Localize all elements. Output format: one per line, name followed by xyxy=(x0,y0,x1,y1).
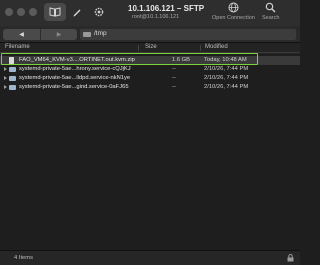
search-icon xyxy=(265,2,276,14)
path-field[interactable]: /tmp xyxy=(80,29,296,40)
column-divider[interactable] xyxy=(138,45,139,51)
folder-icon xyxy=(83,32,91,37)
folder-row[interactable]: systemd-private-5ae...gind.service-0aFJ6… xyxy=(0,83,300,92)
file-modified: 2/10/26, 7:44 PM xyxy=(204,75,249,81)
forward-button[interactable]: ▶ xyxy=(40,29,77,40)
file-size: -- xyxy=(172,66,176,72)
back-button[interactable]: ◀ xyxy=(3,29,40,40)
folder-row[interactable]: systemd-private-5ae...lldpd.service-nkN1… xyxy=(0,74,300,83)
status-bar: 4 Items xyxy=(0,250,300,265)
navigation-group: ◀ ▶ xyxy=(3,29,77,40)
file-name: systemd-private-5ae...gind.service-0aFJ6… xyxy=(19,84,129,90)
highlight-box xyxy=(1,53,258,65)
file-modified: 2/10/26, 7:44 PM xyxy=(204,84,249,90)
open-connection-button[interactable]: Open Connection xyxy=(212,2,255,21)
column-size[interactable]: Size xyxy=(145,44,157,50)
action-button[interactable] xyxy=(88,3,110,21)
view-button[interactable] xyxy=(44,3,66,21)
search-label: Search xyxy=(262,15,280,21)
column-modified[interactable]: Modified xyxy=(205,44,228,50)
disclosure-triangle-icon[interactable] xyxy=(4,85,7,89)
disclosure-triangle-icon[interactable] xyxy=(4,67,7,71)
path-bar: ◀ ▶ /tmp xyxy=(0,26,300,43)
file-size: -- xyxy=(172,75,176,81)
items-count: 4 Items xyxy=(14,255,34,261)
open-connection-label: Open Connection xyxy=(212,15,255,21)
close-window-button[interactable] xyxy=(5,8,13,16)
file-list: FAO_VM64_KVM-v3....ORTINET.out.kvm.zip 1… xyxy=(0,54,300,250)
folder-row[interactable]: systemd-private-5ae...hrony.service-cQJj… xyxy=(0,65,300,74)
sftp-window: 10.1.106.121 – SFTP root@10.1.106.121 Op… xyxy=(0,0,300,265)
pencil-icon xyxy=(73,9,81,17)
file-name: systemd-private-5ae...lldpd.service-nkN1… xyxy=(19,75,131,81)
folder-icon xyxy=(9,76,16,81)
titlebar: 10.1.106.121 – SFTP root@10.1.106.121 Op… xyxy=(0,0,300,26)
current-path: /tmp xyxy=(94,30,107,37)
folder-icon xyxy=(9,85,16,90)
edit-button[interactable] xyxy=(66,3,88,21)
file-name: systemd-private-5ae...hrony.service-cQJj… xyxy=(19,66,131,72)
book-open-icon xyxy=(49,7,61,17)
column-divider[interactable] xyxy=(200,45,201,51)
window-subtitle: root@10.1.106.121 xyxy=(132,14,180,20)
folder-icon xyxy=(9,67,16,72)
chevron-right-icon: ▶ xyxy=(56,32,62,38)
file-size: -- xyxy=(172,84,176,90)
gear-icon xyxy=(94,7,104,17)
zoom-window-button[interactable] xyxy=(29,8,37,16)
chevron-left-icon: ◀ xyxy=(19,32,24,38)
file-modified: 2/10/26, 7:44 PM xyxy=(204,66,249,72)
disclosure-triangle-icon[interactable] xyxy=(4,76,7,80)
column-header: Filename Size Modified xyxy=(0,43,300,53)
window-title: 10.1.106.121 – SFTP xyxy=(128,4,205,13)
search-button[interactable]: Search xyxy=(262,2,279,21)
minimize-window-button[interactable] xyxy=(17,8,25,16)
globe-icon xyxy=(228,2,239,14)
column-filename[interactable]: Filename xyxy=(5,44,30,50)
lock-icon xyxy=(287,254,294,264)
